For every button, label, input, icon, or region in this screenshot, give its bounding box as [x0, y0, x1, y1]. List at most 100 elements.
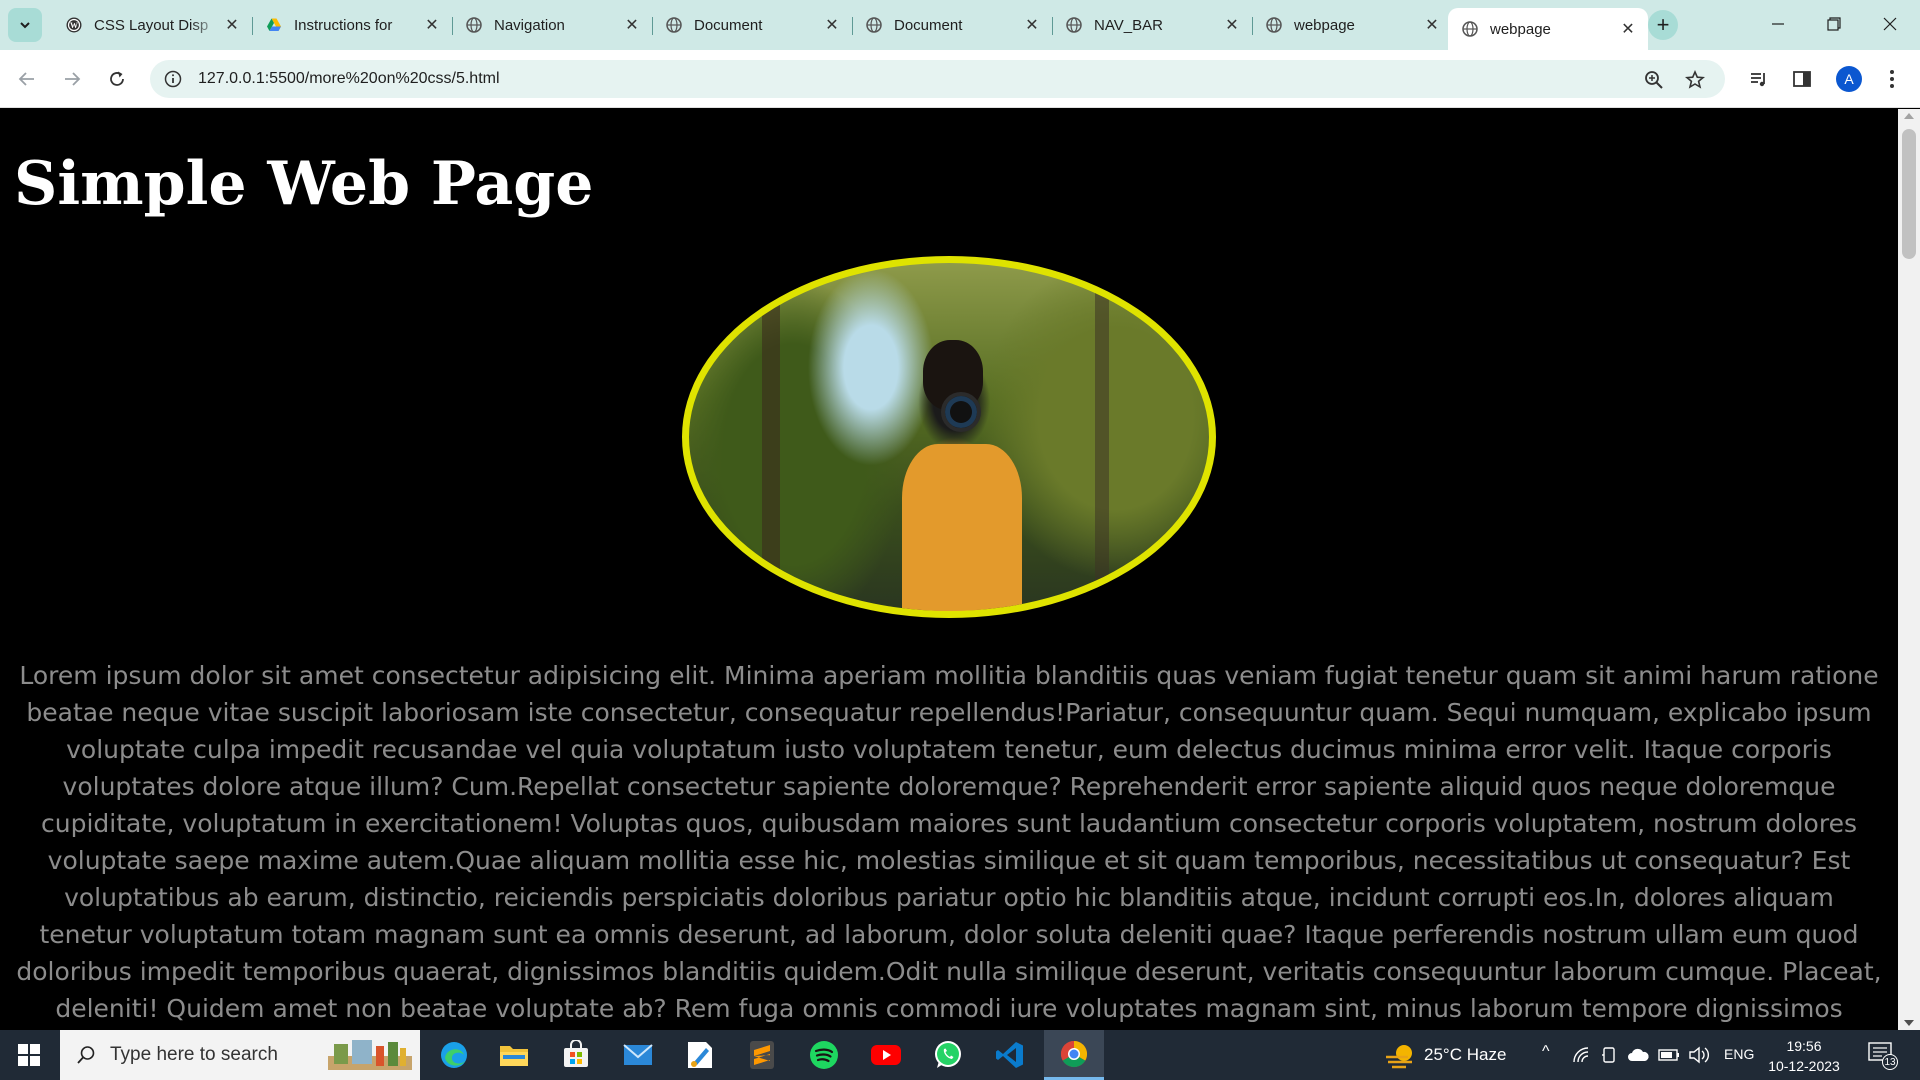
restore-button[interactable] — [1806, 0, 1862, 48]
notification-center-button[interactable]: 13 — [1868, 1042, 1898, 1070]
weather-text[interactable]: 25°C Haze — [1424, 1045, 1506, 1065]
spotify-icon — [810, 1041, 838, 1069]
device-icon[interactable] — [1600, 1046, 1618, 1064]
google-drive-icon — [266, 17, 282, 33]
chrome-icon — [1060, 1040, 1088, 1067]
reload-button[interactable] — [100, 62, 134, 96]
new-tab-button[interactable]: + — [1648, 10, 1678, 40]
forward-button[interactable] — [55, 62, 89, 96]
close-icon[interactable]: ✕ — [1618, 19, 1638, 39]
onedrive-icon[interactable] — [1626, 1047, 1650, 1063]
start-button[interactable] — [0, 1030, 58, 1080]
tab-0[interactable]: W CSS Layout Disp ✕ — [52, 8, 253, 42]
taskbar-chrome[interactable] — [1044, 1030, 1104, 1080]
address-bar[interactable]: 127.0.0.1:5500/more%20on%20css/5.html — [150, 60, 1725, 98]
tab-4[interactable]: Document ✕ — [852, 8, 1053, 42]
edge-icon — [441, 1042, 467, 1068]
globe-icon — [1266, 17, 1282, 33]
taskbar-mail[interactable] — [608, 1030, 668, 1080]
media-control-icon[interactable] — [1746, 66, 1772, 92]
globe-icon — [666, 17, 682, 33]
close-icon[interactable]: ✕ — [422, 15, 442, 35]
svg-text:W: W — [70, 21, 78, 30]
close-icon[interactable]: ✕ — [1222, 15, 1242, 35]
close-icon[interactable]: ✕ — [1422, 15, 1442, 35]
body-paragraph: Lorem ipsum dolor sit amet consectetur a… — [16, 661, 1882, 1023]
tab-title: Document — [894, 16, 963, 34]
taskbar-paint[interactable] — [670, 1030, 730, 1080]
scroll-down-arrow-icon[interactable] — [1904, 1020, 1914, 1026]
camera-icon — [941, 391, 981, 432]
weather-icon — [1386, 1045, 1412, 1069]
tab-title: CSS Layout Disp — [94, 16, 209, 34]
tab-6[interactable]: webpage ✕ — [1252, 8, 1452, 42]
globe-icon — [466, 17, 482, 33]
globe-icon — [1462, 21, 1478, 37]
site-info-icon[interactable] — [162, 68, 184, 90]
mail-icon — [623, 1044, 653, 1065]
taskbar-clock[interactable]: 19:56 10-12-2023 — [1764, 1036, 1844, 1076]
browser-toolbar: 127.0.0.1:5500/more%20on%20css/5.html A — [0, 50, 1920, 108]
scroll-thumb[interactable] — [1902, 129, 1916, 259]
arrow-right-icon — [65, 72, 81, 86]
close-icon[interactable]: ✕ — [622, 15, 642, 35]
minimize-button[interactable] — [1750, 0, 1806, 48]
file-explorer-icon — [500, 1046, 528, 1066]
battery-icon[interactable] — [1658, 1048, 1680, 1062]
search-placeholder: Type here to search — [110, 1044, 278, 1065]
tab-7-active[interactable]: webpage ✕ — [1448, 8, 1648, 50]
tab-1[interactable]: Instructions for ✕ — [252, 8, 453, 42]
window-close-button[interactable] — [1862, 0, 1918, 48]
tab-2[interactable]: Navigation ✕ — [452, 8, 653, 42]
language-indicator[interactable]: ENG — [1724, 1046, 1754, 1062]
chevron-up-icon[interactable]: ^ — [1542, 1043, 1550, 1061]
close-icon[interactable]: ✕ — [1022, 15, 1042, 35]
tab-title: Instructions for — [294, 16, 393, 34]
volume-icon[interactable] — [1688, 1046, 1710, 1064]
close-icon — [1883, 17, 1897, 31]
youtube-icon — [871, 1045, 901, 1065]
wordpress-icon: W — [66, 17, 82, 33]
close-icon[interactable]: ✕ — [822, 15, 842, 35]
notification-count-badge: 13 — [1882, 1054, 1898, 1070]
minimize-icon — [1772, 23, 1784, 25]
whatsapp-icon — [935, 1041, 961, 1068]
profile-avatar[interactable]: A — [1836, 66, 1862, 92]
paint-icon — [688, 1042, 712, 1068]
tab-title: webpage — [1490, 20, 1551, 38]
tab-title: Document — [694, 16, 763, 34]
scroll-up-arrow-icon[interactable] — [1904, 113, 1914, 119]
zoom-icon[interactable] — [1642, 68, 1666, 92]
page-title: Simple Web Page — [14, 149, 594, 219]
taskbar-spotify[interactable] — [794, 1030, 854, 1080]
taskbar-file-explorer[interactable] — [484, 1030, 544, 1080]
back-button[interactable] — [10, 62, 44, 96]
close-icon[interactable]: ✕ — [222, 15, 242, 35]
tab-5[interactable]: NAV_BAR ✕ — [1052, 8, 1253, 42]
side-panel-icon[interactable] — [1789, 66, 1815, 92]
clock-time: 19:56 — [1786, 1038, 1822, 1054]
bookmark-star-icon[interactable] — [1683, 68, 1707, 92]
plus-icon: + — [1656, 12, 1670, 37]
taskbar-store[interactable] — [546, 1030, 606, 1080]
taskbar-vscode[interactable] — [980, 1030, 1040, 1080]
chevron-down-icon — [20, 22, 30, 29]
url-text[interactable]: 127.0.0.1:5500/more%20on%20css/5.html — [198, 70, 500, 88]
search-highlight-icon — [328, 1040, 412, 1070]
taskbar-edge[interactable] — [424, 1030, 484, 1080]
search-icon — [77, 1046, 95, 1064]
vscode-icon — [996, 1042, 1023, 1068]
windows-taskbar: Type here to search 25°C Haze ^ ENG 19:5… — [0, 1030, 1920, 1080]
taskbar-whatsapp[interactable] — [918, 1030, 978, 1080]
photographer-image — [682, 256, 1216, 618]
more-options-icon[interactable] — [1879, 66, 1905, 92]
taskbar-youtube[interactable] — [856, 1030, 916, 1080]
taskbar-sublime[interactable] — [732, 1030, 792, 1080]
restore-icon — [1827, 17, 1841, 31]
vertical-scrollbar[interactable] — [1898, 109, 1920, 1030]
tab-search-button[interactable] — [8, 8, 42, 42]
network-icon[interactable] — [1572, 1046, 1592, 1064]
taskbar-search-box[interactable]: Type here to search — [60, 1030, 420, 1080]
tab-title: NAV_BAR — [1094, 16, 1163, 34]
tab-3[interactable]: Document ✕ — [652, 8, 853, 42]
